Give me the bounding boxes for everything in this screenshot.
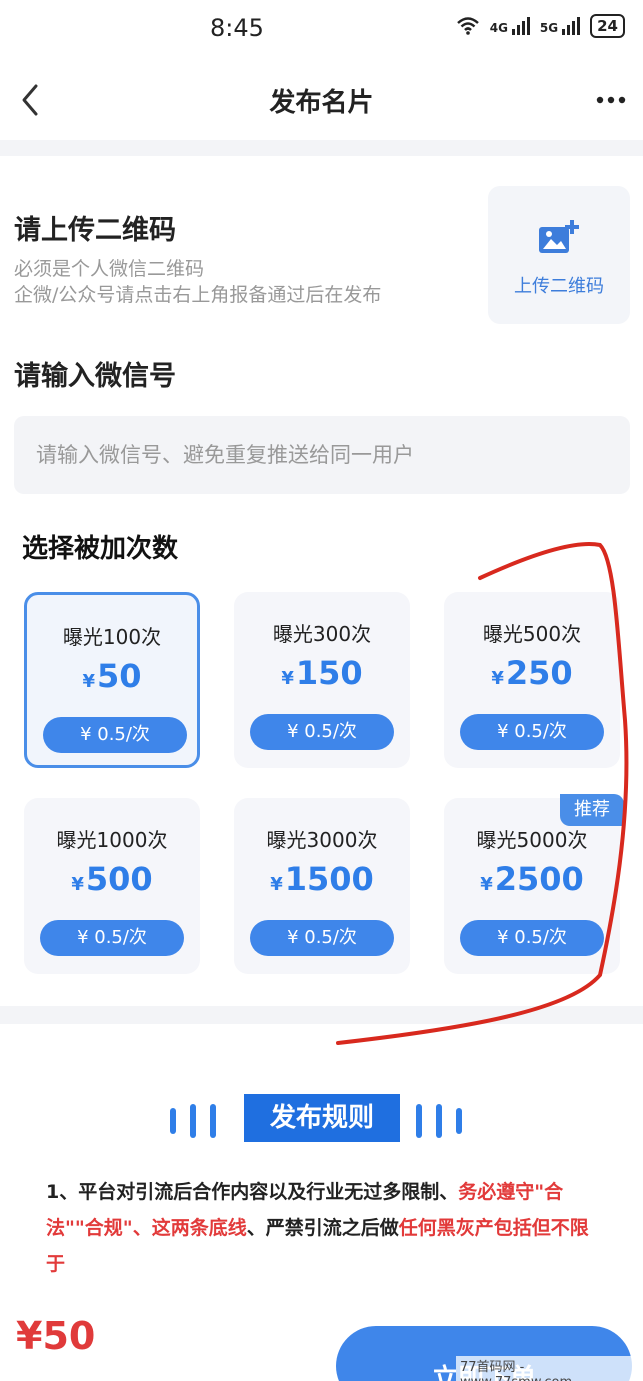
recommend-badge: 推荐: [560, 794, 624, 826]
more-icon[interactable]: [593, 80, 629, 120]
package-option-500[interactable]: 曝光500次 ¥250 ¥ 0.5/次: [444, 592, 620, 768]
qr-hint-enterprise: 企微/公众号请点击右上角报备通过后在发布: [14, 284, 382, 306]
currency-symbol: ¥: [71, 874, 84, 895]
upload-qr-button[interactable]: 上传二维码: [488, 186, 630, 324]
package-name: 曝光3000次: [266, 828, 378, 852]
unit-price-badge: ¥ 0.5/次: [250, 714, 394, 750]
publish-form-card: 请上传二维码 必须是个人微信二维码 企微/公众号请点击右上角报备通过后在发布 上…: [0, 156, 643, 1006]
price-value: 250: [505, 654, 573, 692]
nav-bar: 发布名片: [0, 60, 643, 140]
wechat-id-input[interactable]: [14, 416, 630, 494]
unit-price-badge: ¥ 0.5/次: [40, 920, 184, 956]
price-value: 2500: [494, 860, 584, 898]
network-label-1: 4G: [489, 21, 508, 35]
package-price: ¥50: [27, 657, 197, 695]
status-bar: 8:45 4G 5G 24: [0, 0, 643, 60]
package-name: 曝光5000次: [476, 828, 588, 852]
package-option-1000[interactable]: 曝光1000次 ¥500 ¥ 0.5/次: [24, 798, 200, 974]
currency-symbol: ¥: [480, 874, 493, 895]
upload-qr-label: 上传二维码: [514, 276, 604, 297]
price-value: 50: [97, 657, 142, 695]
total-price: ¥50: [16, 1314, 96, 1358]
rules-text-part1: 1、平台对引流后合作内容以及行业无过多限制、: [46, 1181, 459, 1203]
wifi-icon: [456, 17, 479, 35]
package-name: 曝光100次: [62, 625, 162, 649]
package-name: 曝光1000次: [56, 828, 168, 852]
qr-section-title: 请上传二维码: [14, 215, 176, 246]
package-price: ¥150: [234, 654, 410, 692]
price-value: 150: [295, 654, 363, 692]
package-price: ¥500: [24, 860, 200, 898]
image-add-icon: [539, 220, 579, 253]
rules-card: 发布规则 1、平台对引流后合作内容以及行业无过多限制、务必遵守"合法""合规"、…: [0, 1024, 643, 1300]
network-label-2: 5G: [539, 21, 559, 35]
package-name: 曝光500次: [482, 622, 582, 646]
rules-title: 发布规则: [244, 1094, 400, 1142]
rules-text: 1、平台对引流后合作内容以及行业无过多限制、务必遵守"合法""合规"、这两条底线…: [46, 1174, 606, 1282]
package-name: 曝光300次: [272, 622, 372, 646]
unit-price-badge: ¥ 0.5/次: [43, 717, 187, 753]
battery-icon: 24: [590, 14, 625, 38]
unit-price-badge: ¥ 0.5/次: [250, 920, 394, 956]
unit-price-badge: ¥ 0.5/次: [460, 920, 604, 956]
package-price: ¥250: [444, 654, 620, 692]
currency-symbol: ¥: [82, 671, 95, 692]
package-option-3000[interactable]: 曝光3000次 ¥1500 ¥ 0.5/次: [234, 798, 410, 974]
unit-price-badge: ¥ 0.5/次: [460, 714, 604, 750]
qr-hint-personal: 必须是个人微信二维码: [14, 258, 205, 280]
package-option-300[interactable]: 曝光300次 ¥150 ¥ 0.5/次: [234, 592, 410, 768]
signal-icon: 4G: [490, 17, 530, 35]
status-time: 8:45: [210, 14, 264, 42]
currency-symbol: ¥: [281, 668, 294, 689]
package-section-title: 选择被加次数: [22, 534, 179, 564]
rules-decoration-left: [170, 1104, 216, 1138]
package-option-5000[interactable]: 推荐 曝光5000次 ¥2500 ¥ 0.5/次: [444, 794, 624, 974]
package-price: ¥1500: [234, 860, 410, 898]
rules-text-part3: 、严禁引流之后做: [246, 1217, 399, 1239]
currency-symbol: ¥: [270, 874, 283, 895]
package-price: ¥2500: [444, 860, 620, 898]
price-value: 1500: [284, 860, 374, 898]
wechat-section-title: 请输入微信号: [14, 361, 176, 392]
package-option-100[interactable]: 曝光100次 ¥50 ¥ 0.5/次: [24, 592, 200, 768]
page-title: 发布名片: [269, 88, 374, 118]
status-icons: 4G 5G 24: [456, 14, 625, 38]
rules-decoration-right: [416, 1104, 462, 1138]
currency-symbol: ¥: [491, 668, 504, 689]
watermark: 77首码网 - www.77smw.com: [456, 1356, 643, 1381]
price-value: 500: [85, 860, 153, 898]
signal-icon-2: 5G: [539, 17, 581, 35]
